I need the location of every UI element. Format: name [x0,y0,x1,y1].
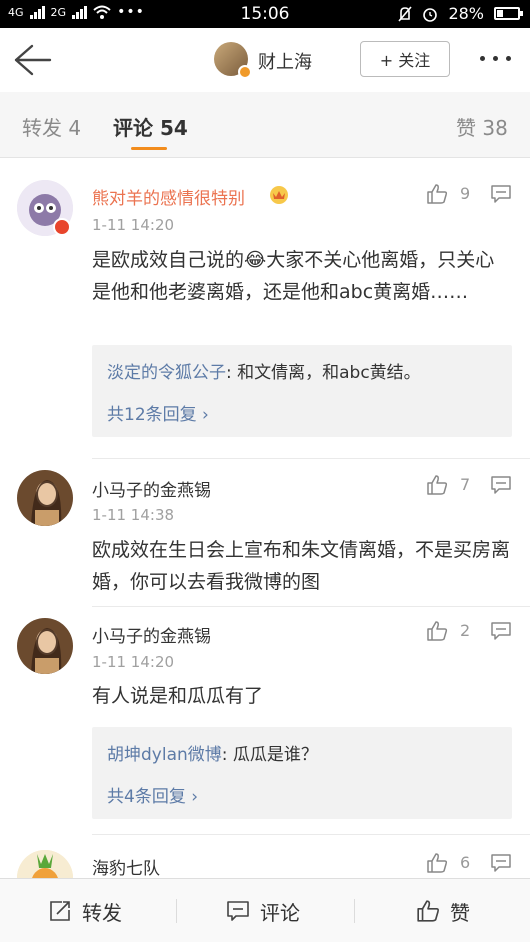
comment-icon [227,901,249,921]
comment-text: 欧成效在生日会上宣布和朱文倩离婚，不是买房离婚，你可以去看我微博的图 [92,539,511,593]
like-button[interactable]: 赞 [416,879,470,942]
status-bar: 4G 2G ••• 15:06 28% [0,0,530,28]
thumbs-up-icon[interactable] [426,474,448,496]
vip-crown-icon [270,186,288,204]
comment-label: 评论 [260,900,300,925]
reply-text: : 和文倩离，和abc黄结。 [226,363,421,383]
commenter-name[interactable]: 小马子的金燕锡 [92,476,211,501]
more-options-icon[interactable] [480,50,516,66]
follow-button[interactable]: + 关注 [360,41,450,77]
like-count: 9 [460,184,471,203]
vibrate-icon [398,5,413,22]
more-replies-link[interactable]: 共12条回复 › [107,400,209,425]
battery-level [497,10,503,17]
comment-text: 是欧成效自己说的😂大家不关心他离婚，只关心是他和他老婆离婚，还是他和abc黄离婚… [92,249,495,303]
commenter-name[interactable]: 熊对羊的感情很特别 [92,184,245,209]
like-count: 2 [460,621,471,640]
comment-time: 1-11 14:20 [92,653,175,671]
reply-icon[interactable] [490,621,512,641]
account-avatar[interactable] [214,42,252,79]
like-count: 6 [460,853,471,872]
divider [92,458,530,459]
like-count: 7 [460,475,471,494]
back-arrow-icon[interactable] [12,42,52,78]
reply-preview[interactable]: 胡坤dylan微博: 瓜瓜是谁？ 共4条回复 › [92,727,512,819]
avatar[interactable] [17,470,73,526]
separator [176,899,177,923]
reply-icon[interactable] [490,184,512,204]
reply-icon[interactable] [490,475,512,495]
reply-icon[interactable] [490,853,512,873]
comment-list[interactable]: 熊对羊的感情很特别 1-11 14:20 9 是欧成效自己说的😂大家不关心他离婚… [0,158,530,878]
separator [354,899,355,923]
comment-time: 1-11 14:38 [92,506,175,524]
thumbs-up-icon [417,900,439,922]
thumbs-up-icon[interactable] [426,620,448,642]
bottom-action-bar: 转发 评论 赞 [0,878,530,942]
comment-button[interactable]: 评论 [226,879,300,942]
thumbs-up-icon[interactable] [426,183,448,205]
tab-comments[interactable]: 评论 54 [113,112,188,141]
reply-text: : 瓜瓜是谁？ [221,745,318,765]
avatar[interactable] [17,618,73,674]
reply-line: 淡定的令狐公子: 和文倩离，和abc黄结。 [107,358,421,383]
commenter-name[interactable]: 小马子的金燕锡 [92,622,211,647]
active-tab-indicator [131,147,167,150]
battery-percent: 28% [448,4,484,23]
battery-icon [494,7,523,20]
nav-bar: 财上海 + 关注 [0,28,530,92]
status-right: 28% [398,4,523,23]
alarm-icon [423,7,438,22]
tab-likes[interactable]: 赞 38 [456,112,508,141]
like-label: 赞 [450,900,470,925]
reply-author[interactable]: 胡坤dylan微博 [107,745,222,765]
avatar[interactable] [17,850,73,878]
reply-line: 胡坤dylan微博: 瓜瓜是谁？ [107,740,318,765]
tab-repost[interactable]: 转发 4 [22,112,81,141]
comment-time: 1-11 14:20 [92,216,175,234]
comment-text: 有人说是和瓜瓜有了 [92,685,264,707]
commenter-name[interactable]: 海豹七队 [92,854,160,878]
avatar[interactable] [17,180,73,236]
reply-preview[interactable]: 淡定的令狐公子: 和文倩离，和abc黄结。 共12条回复 › [92,345,512,437]
member-badge-icon [53,218,71,236]
divider [92,834,530,835]
repost-icon [50,901,70,921]
divider [92,606,530,607]
reply-author[interactable]: 淡定的令狐公子 [107,363,226,383]
account-name[interactable]: 财上海 [258,48,312,74]
repost-button[interactable]: 转发 [48,879,122,942]
verified-badge-icon [238,65,252,79]
thumbs-up-icon[interactable] [426,852,448,874]
tab-bar: 转发 4 评论 54 赞 38 [0,92,530,158]
repost-label: 转发 [82,900,122,925]
more-replies-link[interactable]: 共4条回复 › [107,782,198,807]
